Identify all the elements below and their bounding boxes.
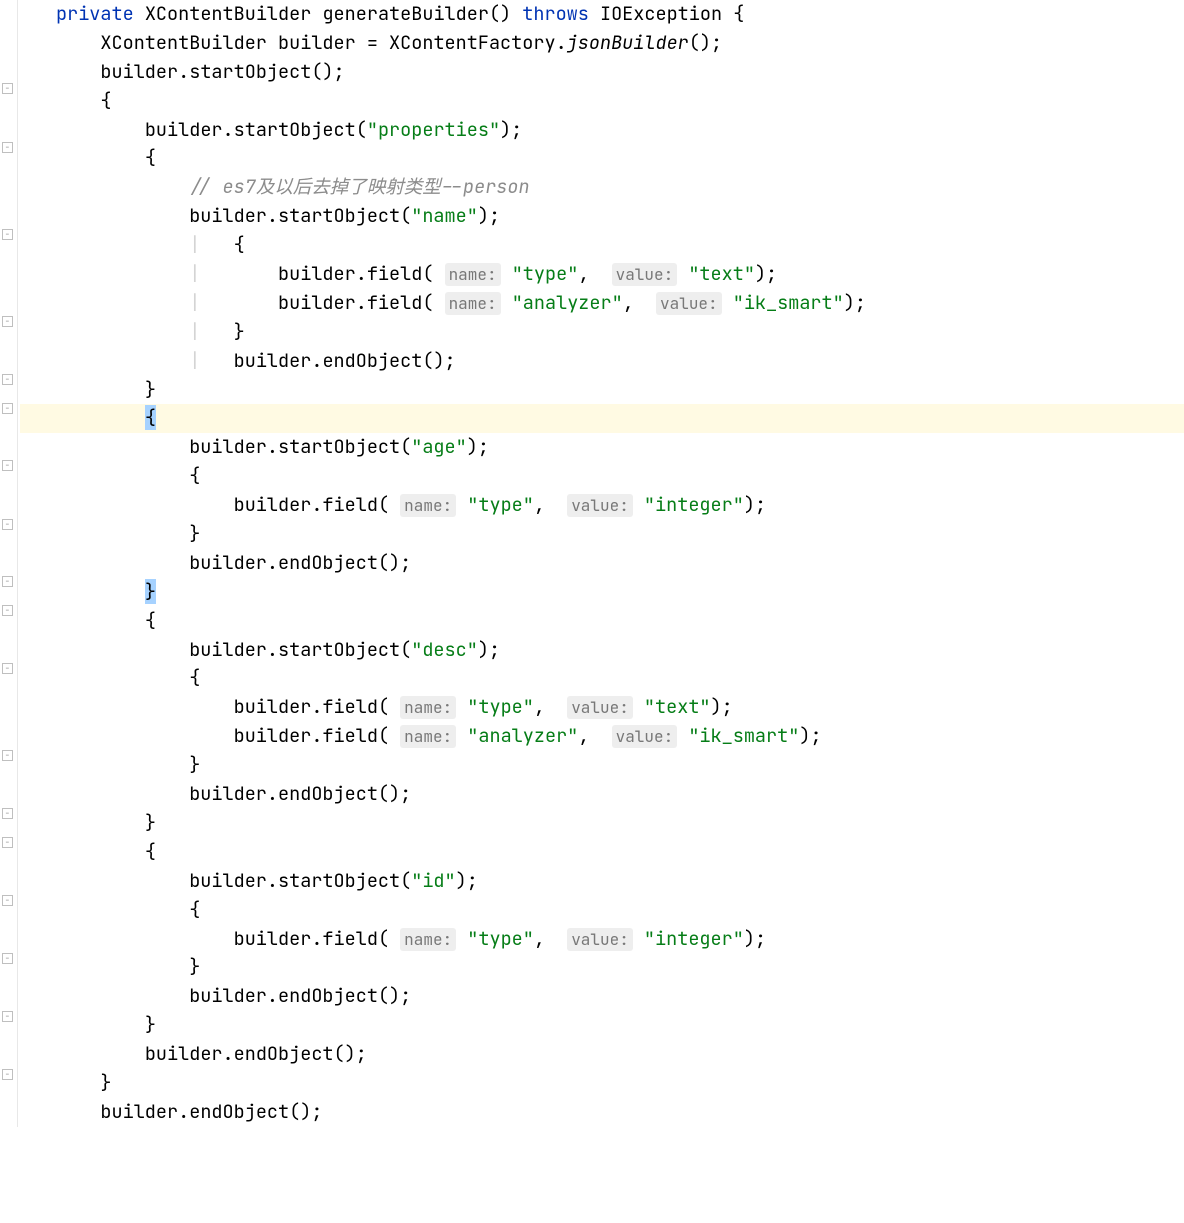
param-hint: name: [445, 263, 501, 286]
code-line: | builder.field( name: "analyzer", value… [20, 289, 1184, 318]
fold-marker-icon[interactable] [2, 460, 13, 471]
param-hint: value: [612, 725, 678, 748]
fold-marker-icon[interactable] [2, 316, 13, 327]
code-line: | { [20, 231, 1184, 260]
code-line: private XContentBuilder generateBuilder(… [20, 0, 1184, 29]
fold-marker-icon[interactable] [2, 142, 13, 153]
code-line: builder.startObject(); [20, 58, 1184, 87]
code-line: } [20, 751, 1184, 780]
code-line: } [20, 376, 1184, 405]
fold-marker-icon[interactable] [2, 808, 13, 819]
code-line: { [20, 664, 1184, 693]
code-line: builder.field( name: "type", value: "int… [20, 925, 1184, 954]
fold-marker-icon[interactable] [2, 1069, 13, 1080]
code-line: builder.startObject("id"); [20, 867, 1184, 896]
code-line: builder.endObject(); [20, 1040, 1184, 1069]
fold-marker-icon[interactable] [2, 229, 13, 240]
param-hint: value: [567, 494, 633, 517]
code-line: builder.endObject(); [20, 549, 1184, 578]
code-line: builder.startObject("name"); [20, 202, 1184, 231]
fold-marker-icon[interactable] [2, 576, 13, 587]
code-line: builder.field( name: "type", value: "tex… [20, 693, 1184, 722]
editor-gutter [0, 0, 18, 1127]
code-line: { [20, 838, 1184, 867]
code-line: // es7及以后去掉了映射类型--person [20, 173, 1184, 202]
fold-marker-icon[interactable] [2, 403, 13, 414]
selection: } [145, 579, 156, 604]
param-hint: value: [656, 292, 722, 315]
param-hint: name: [400, 696, 456, 719]
code-line: { [20, 896, 1184, 925]
code-line: builder.startObject("age"); [20, 433, 1184, 462]
code-line: } [20, 1011, 1184, 1040]
fold-marker-icon[interactable] [2, 374, 13, 385]
code-line: } [20, 809, 1184, 838]
selection: { [145, 405, 156, 430]
code-line: } [20, 1069, 1184, 1098]
fold-marker-icon[interactable] [2, 83, 13, 94]
code-line: } [20, 578, 1184, 607]
fold-marker-icon[interactable] [2, 519, 13, 530]
code-editor[interactable]: private XContentBuilder generateBuilder(… [18, 0, 1184, 1127]
code-line: } [20, 520, 1184, 549]
code-line: XContentBuilder builder = XContentFactor… [20, 29, 1184, 58]
code-line: } [20, 953, 1184, 982]
code-line: | builder.field( name: "type", value: "t… [20, 260, 1184, 289]
fold-marker-icon[interactable] [2, 1011, 13, 1022]
code-line: builder.endObject(); [20, 1098, 1184, 1127]
code-line: builder.startObject("desc"); [20, 636, 1184, 665]
param-hint: value: [567, 696, 633, 719]
code-line: { [20, 462, 1184, 491]
code-line: { [20, 144, 1184, 173]
fold-marker-icon[interactable] [2, 953, 13, 964]
param-hint: value: [567, 928, 633, 951]
code-line: builder.field( name: "analyzer", value: … [20, 722, 1184, 751]
code-line: builder.field( name: "type", value: "int… [20, 491, 1184, 520]
code-line: { [20, 607, 1184, 636]
param-hint: name: [400, 928, 456, 951]
code-line: { [20, 87, 1184, 116]
param-hint: name: [445, 292, 501, 315]
fold-marker-icon[interactable] [2, 750, 13, 761]
param-hint: name: [400, 725, 456, 748]
code-line-highlighted: { [20, 404, 1184, 433]
fold-marker-icon[interactable] [2, 895, 13, 906]
code-line: | } [20, 318, 1184, 347]
fold-marker-icon[interactable] [2, 605, 13, 616]
code-line: | builder.endObject(); [20, 347, 1184, 376]
code-line: builder.startObject("properties"); [20, 116, 1184, 145]
param-hint: name: [400, 494, 456, 517]
code-line: builder.endObject(); [20, 982, 1184, 1011]
param-hint: value: [612, 263, 678, 286]
code-line: builder.endObject(); [20, 780, 1184, 809]
fold-marker-icon[interactable] [2, 837, 13, 848]
fold-marker-icon[interactable] [2, 663, 13, 674]
